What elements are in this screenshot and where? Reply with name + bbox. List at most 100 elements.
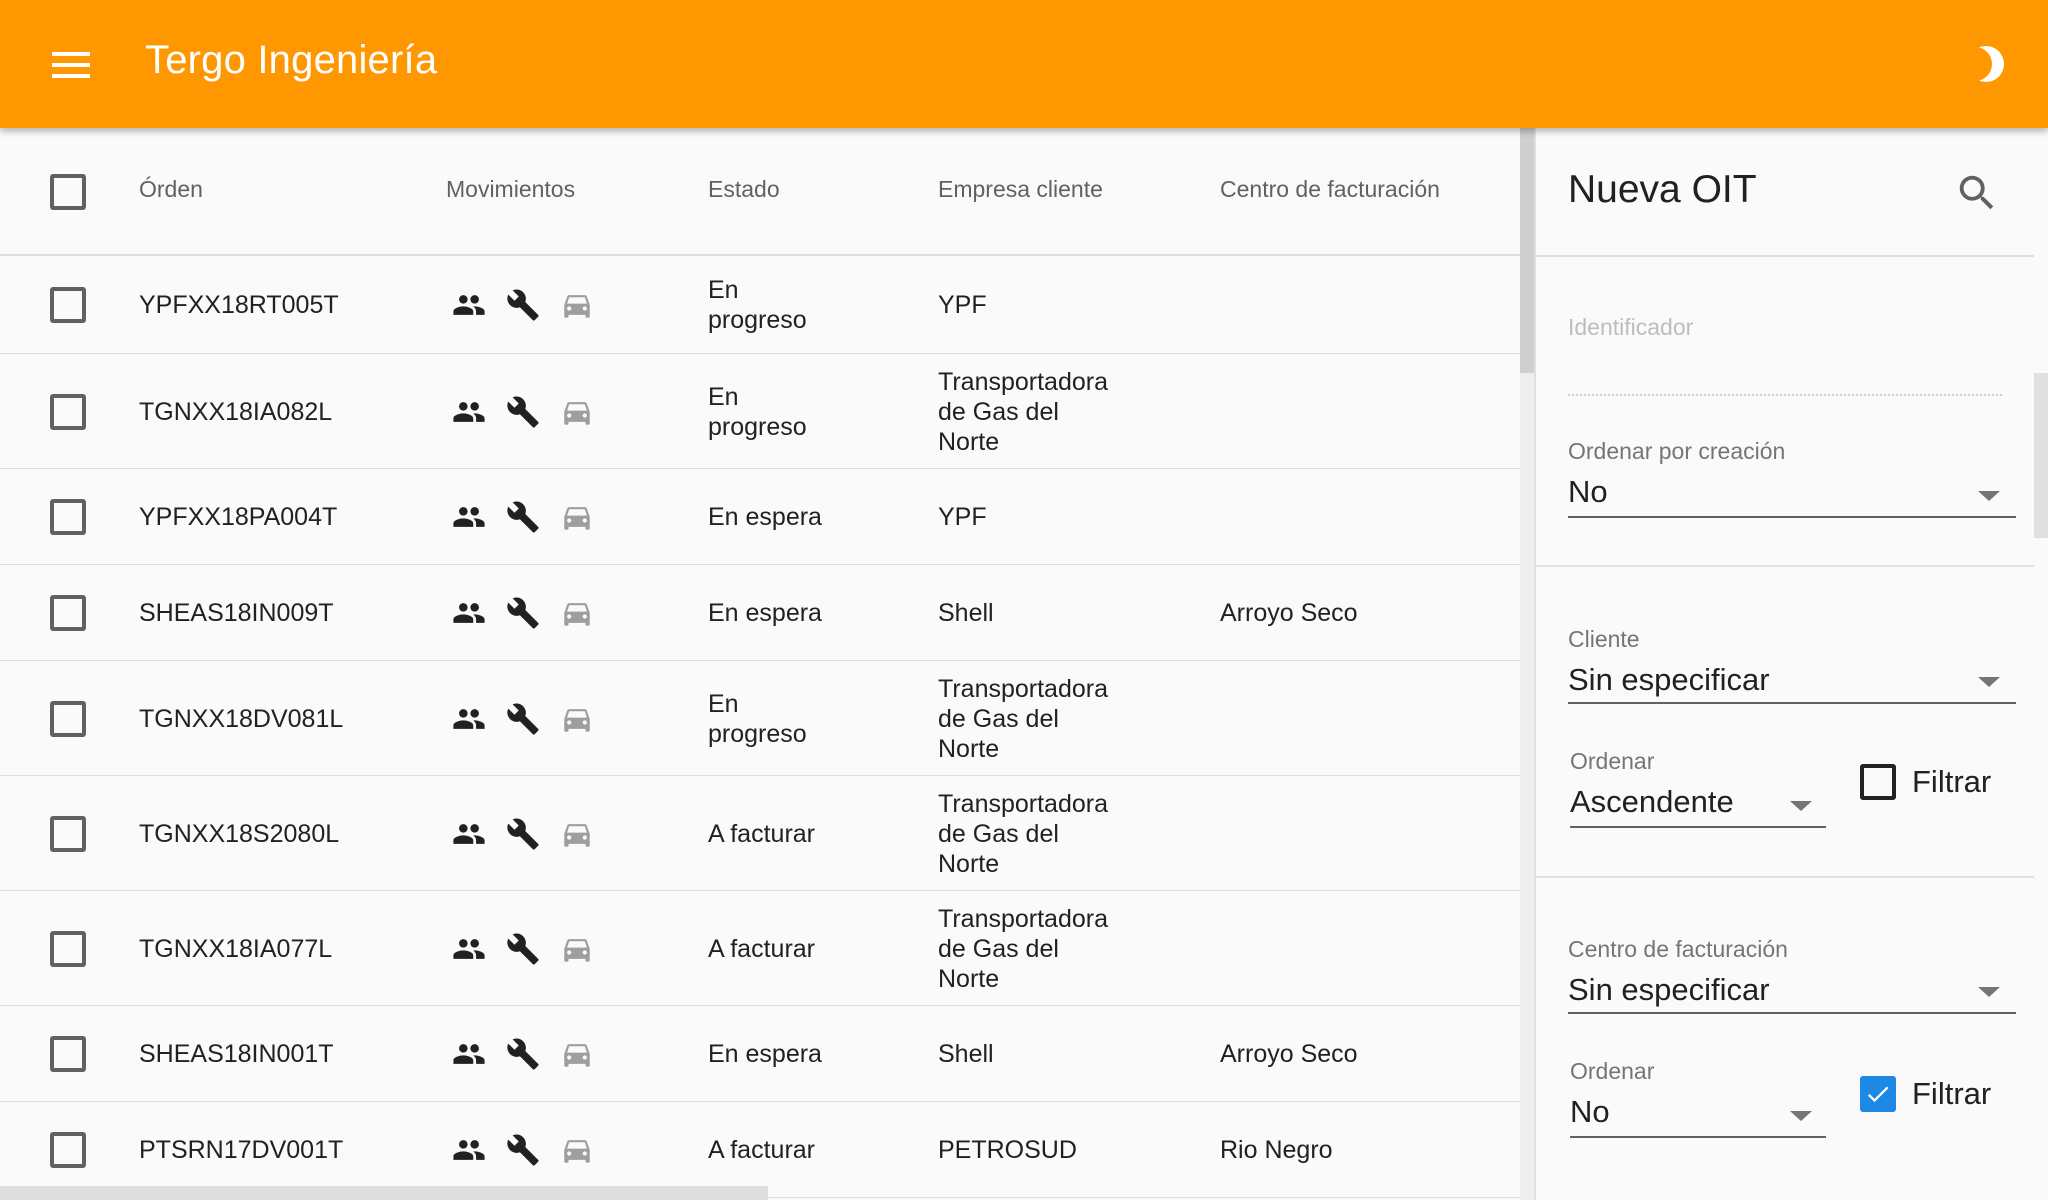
people-icon[interactable]: [452, 1133, 486, 1167]
wrench-icon[interactable]: [506, 1037, 540, 1071]
ordenar-creacion-select[interactable]: No: [1568, 474, 1608, 510]
centro-select[interactable]: Sin especificar: [1568, 972, 1770, 1008]
cliente-select[interactable]: Sin especificar: [1568, 662, 1770, 698]
car-icon[interactable]: [560, 500, 594, 534]
empresa-cell-line: de Gas del: [938, 819, 1059, 848]
table-row[interactable]: TGNXX18IA082L En progreso Transportadora de …: [0, 354, 1520, 469]
centro-underline: [1568, 1012, 2016, 1014]
car-icon[interactable]: [560, 817, 594, 851]
wrench-icon[interactable]: [506, 395, 540, 429]
empresa-cell: Transportadora de Gas del Norte: [938, 789, 1108, 879]
empresa-cell-line: Transportadora: [938, 367, 1108, 396]
table-row[interactable]: YPFXX18RT005T En progreso YPF: [0, 256, 1520, 354]
table-row[interactable]: TGNXX18S2080L A facturar Transportadora de …: [0, 776, 1520, 891]
row-checkbox[interactable]: [50, 499, 86, 535]
column-header-movimientos[interactable]: Movimientos: [446, 176, 575, 203]
estado-cell: A facturar: [708, 934, 815, 964]
orden-cell: TGNXX18S2080L: [139, 819, 340, 848]
panel-scrollbar[interactable]: [2034, 373, 2048, 538]
movimientos-cell: [452, 395, 602, 429]
table-row[interactable]: TGNXX18DV081L En progreso Transportadora de …: [0, 661, 1520, 776]
empresa-cell-line: Norte: [938, 849, 1000, 878]
people-icon[interactable]: [452, 288, 486, 322]
chevron-down-icon[interactable]: [1978, 987, 2000, 997]
row-checkbox[interactable]: [50, 930, 86, 967]
row-checkbox[interactable]: [50, 595, 86, 631]
car-icon[interactable]: [560, 395, 594, 429]
horizontal-scrollbar[interactable]: [0, 1186, 768, 1200]
movimientos-cell: [452, 596, 602, 630]
wrench-icon[interactable]: [506, 932, 540, 966]
table-row[interactable]: TGNXX18IA077L A facturar Transportadora de …: [0, 891, 1520, 1006]
estado-cell-line: En espera: [708, 599, 822, 627]
column-header-estado[interactable]: Estado: [708, 176, 780, 203]
table-row[interactable]: SHEAS18IN001T En espera Shell Arroyo Seco: [0, 1006, 1520, 1102]
orden-cell: SHEAS18IN009T: [139, 599, 334, 627]
table-row[interactable]: YPFXX18PA004T En espera YPF: [0, 469, 1520, 565]
chevron-down-icon[interactable]: [1790, 801, 1812, 811]
row-checkbox[interactable]: [50, 287, 86, 323]
ordenar-creacion-underline: [1568, 516, 2016, 518]
orden-cell: PTSRN17DV001T: [139, 1136, 344, 1164]
menu-icon[interactable]: [52, 52, 92, 78]
row-checkbox[interactable]: [50, 1036, 86, 1072]
table-row[interactable]: SHEAS18IN009T En espera Shell Arroyo Seco: [0, 565, 1520, 661]
row-checkbox[interactable]: [50, 1132, 86, 1168]
people-icon[interactable]: [452, 596, 486, 630]
estado-cell: En espera: [708, 598, 822, 628]
wrench-icon[interactable]: [506, 1133, 540, 1167]
empresa-cell-line: Shell: [938, 599, 994, 627]
identificador-underline: [1568, 394, 2002, 396]
empresa-cell-line: Norte: [938, 427, 1000, 456]
column-header-orden[interactable]: Órden: [139, 176, 203, 203]
car-icon[interactable]: [560, 1133, 594, 1167]
estado-cell-line: progreso: [708, 719, 807, 748]
car-icon[interactable]: [560, 932, 594, 966]
car-icon[interactable]: [560, 1037, 594, 1071]
chevron-down-icon[interactable]: [1978, 491, 2000, 501]
wrench-icon[interactable]: [506, 817, 540, 851]
centro-ordenar-label: Ordenar: [1570, 1058, 1655, 1084]
car-icon[interactable]: [560, 288, 594, 322]
orden-cell: TGNXX18IA077L: [139, 934, 333, 963]
people-icon[interactable]: [452, 500, 486, 534]
movimientos-cell: [452, 1133, 602, 1167]
empresa-cell: Shell: [938, 1039, 994, 1069]
row-checkbox[interactable]: [50, 393, 86, 430]
chevron-down-icon[interactable]: [1978, 677, 2000, 687]
car-icon[interactable]: [560, 596, 594, 630]
centro-ordenar-select[interactable]: No: [1570, 1094, 1610, 1130]
cliente-filtrar-label[interactable]: Filtrar: [1912, 764, 1991, 800]
column-header-centro-facturacion[interactable]: Centro de facturación: [1220, 176, 1440, 203]
column-header-empresa-cliente[interactable]: Empresa cliente: [938, 176, 1103, 203]
dark-mode-toggle-icon[interactable]: [1958, 40, 2014, 88]
centro-filtrar-label[interactable]: Filtrar: [1912, 1076, 1991, 1112]
table-scrollbar-thumb[interactable]: [1520, 128, 1534, 373]
chevron-down-icon[interactable]: [1790, 1111, 1812, 1121]
empresa-cell-line: Shell: [938, 1040, 994, 1068]
wrench-icon[interactable]: [506, 596, 540, 630]
people-icon[interactable]: [452, 395, 486, 429]
people-icon[interactable]: [452, 932, 486, 966]
car-icon[interactable]: [560, 702, 594, 736]
cliente-ordenar-select[interactable]: Ascendente: [1570, 784, 1734, 820]
search-icon[interactable]: [1954, 170, 2000, 216]
row-checkbox[interactable]: [50, 700, 86, 737]
people-icon[interactable]: [452, 702, 486, 736]
panel-divider: [1536, 255, 2034, 257]
wrench-icon[interactable]: [506, 702, 540, 736]
wrench-icon[interactable]: [506, 500, 540, 534]
cliente-filtrar-checkbox[interactable]: [1860, 764, 1896, 800]
wrench-icon[interactable]: [506, 288, 540, 322]
people-icon[interactable]: [452, 1037, 486, 1071]
empresa-cell-line: PETROSUD: [938, 1136, 1077, 1164]
table-row[interactable]: PTSRN17DV001T A facturar PETROSUD Rio Negro: [0, 1102, 1520, 1198]
people-icon[interactable]: [452, 817, 486, 851]
estado-cell-line: A facturar: [708, 934, 815, 963]
cliente-ordenar-label: Ordenar: [1570, 748, 1655, 774]
empresa-cell-line: Transportadora: [938, 674, 1108, 703]
row-checkbox[interactable]: [50, 815, 86, 852]
centro-filtrar-checkbox[interactable]: [1860, 1076, 1896, 1112]
identificador-input[interactable]: Identificador: [1568, 314, 1693, 341]
select-all-checkbox[interactable]: [50, 174, 86, 210]
